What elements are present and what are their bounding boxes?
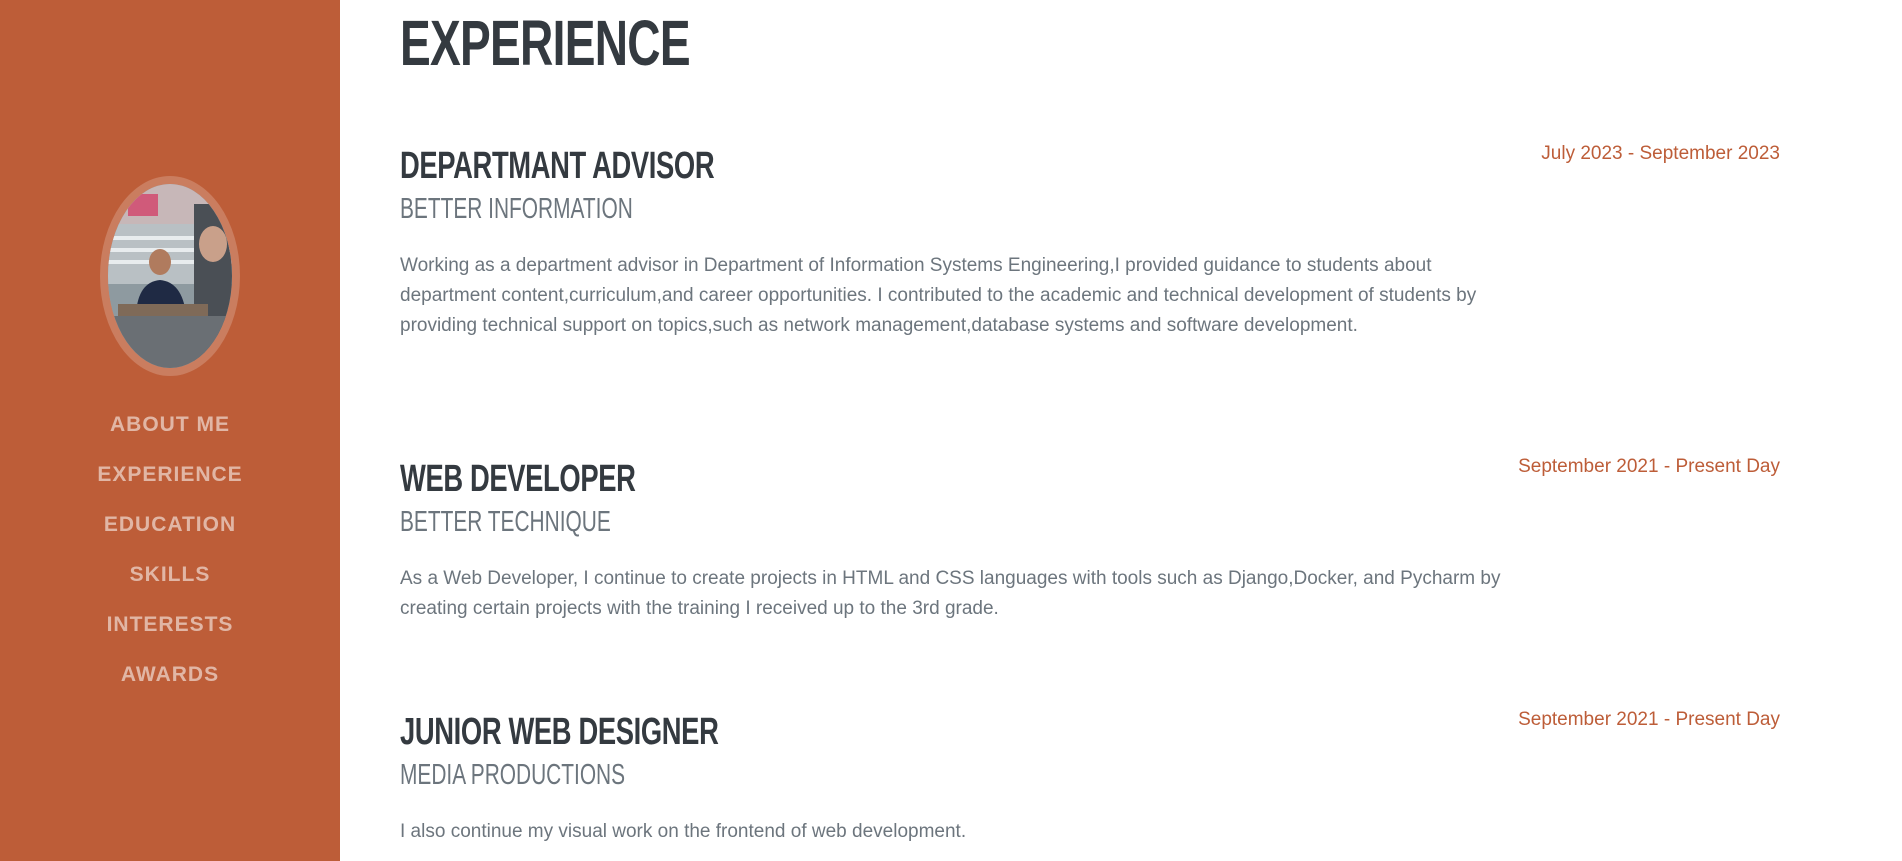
sidebar: ABOUT ME EXPERIENCE EDUCATION SKILLS INT…: [0, 0, 340, 861]
nav-item-education: EDUCATION: [0, 500, 340, 550]
sidebar-nav: ABOUT ME EXPERIENCE EDUCATION SKILLS INT…: [0, 400, 340, 700]
nav-item-experience: EXPERIENCE: [0, 450, 340, 500]
nav-item-skills: SKILLS: [0, 550, 340, 600]
profile-photo-frame: [100, 176, 240, 376]
nav-link-experience[interactable]: EXPERIENCE: [97, 463, 242, 487]
nav-link-skills[interactable]: SKILLS: [130, 563, 211, 587]
job-title: WEB DEVELOPER: [400, 458, 636, 500]
nav-link-interests[interactable]: INTERESTS: [107, 613, 234, 637]
company-name: BETTER TECHNIQUE: [400, 506, 611, 538]
job-date: July 2023 - September 2023: [1541, 143, 1780, 164]
avatar: [108, 184, 232, 368]
nav-link-about[interactable]: ABOUT ME: [110, 413, 230, 437]
job-description: Working as a department advisor in Depar…: [400, 255, 1477, 336]
company-name: MEDIA PRODUCTIONS: [400, 759, 626, 791]
job-description: As a Web Developer, I continue to create…: [400, 568, 1501, 619]
nav-item-about: ABOUT ME: [0, 400, 340, 450]
section-title: EXPERIENCE: [400, 7, 691, 79]
nav-item-awards: AWARDS: [0, 650, 340, 700]
job-date: September 2021 - Present Day: [1518, 456, 1780, 477]
company-name: BETTER INFORMATION: [400, 193, 633, 225]
job-description: I also continue my visual work on the fr…: [400, 821, 967, 842]
nav-item-interests: INTERESTS: [0, 600, 340, 650]
job-date: September 2021 - Present Day: [1518, 709, 1780, 730]
job-title: DEPARTMANT ADVISOR: [400, 145, 715, 187]
job-title: JUNIOR WEB DESIGNER: [400, 711, 719, 753]
nav-link-awards[interactable]: AWARDS: [121, 663, 219, 687]
profile-photo: [108, 184, 232, 368]
nav-link-education[interactable]: EDUCATION: [104, 513, 236, 537]
